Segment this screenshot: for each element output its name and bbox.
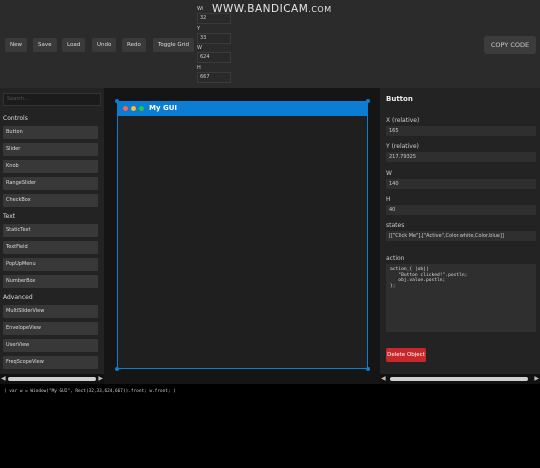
width-label: W [386, 170, 392, 177]
palette-item-multisliderview[interactable]: MultiSliderView [3, 305, 98, 318]
inspector-horizontal-scrollbar[interactable]: ◀ ▶ [380, 374, 540, 384]
toggle-grid-button[interactable]: Toggle Grid [153, 38, 194, 52]
height-field[interactable]: 40 [386, 205, 536, 215]
window-w-label: W [197, 45, 202, 51]
gui-window-titlebar[interactable]: My GUI [118, 102, 367, 116]
component-palette: Search... Controls Button Slider Knob Ra… [0, 88, 104, 374]
inspector-scroll-right-arrow-icon[interactable]: ▶ [534, 375, 539, 382]
recorder-watermark: WWW.BANDICAM.COM [212, 3, 332, 15]
palette-item-numberbox[interactable]: NumberBox [3, 275, 98, 288]
section-advanced: Advanced [3, 294, 33, 301]
watermark-suffix: .COM [308, 5, 332, 14]
resize-handle-top-right[interactable] [366, 99, 370, 103]
palette-scroll-thumb[interactable] [8, 377, 96, 381]
palette-horizontal-scrollbar[interactable]: ◀ ▶ [0, 374, 104, 384]
states-field[interactable]: [["Click Me"],["Active",Color.white,Colo… [386, 231, 536, 241]
height-label: H [386, 196, 391, 203]
save-button[interactable]: Save [33, 38, 57, 52]
copy-code-button[interactable]: COPY CODE [484, 36, 536, 54]
redo-button[interactable]: Redo [122, 38, 146, 52]
inspector-scroll-thumb[interactable] [390, 377, 528, 381]
scroll-left-arrow-icon[interactable]: ◀ [1, 375, 6, 382]
new-button[interactable]: New [5, 38, 27, 52]
gui-window-title: My GUI [149, 104, 177, 112]
palette-item-button[interactable]: Button [3, 126, 98, 139]
window-w-field[interactable]: 624 [197, 52, 231, 63]
palette-search-input[interactable]: Search... [3, 93, 101, 106]
close-dot-icon [123, 106, 128, 111]
minimize-dot-icon [131, 106, 136, 111]
undo-button[interactable]: Undo [92, 38, 117, 52]
width-field[interactable]: 140 [386, 179, 536, 189]
generated-code-output: ( var w = Window("My GUI", Rect(32,33,62… [4, 389, 176, 394]
x-relative-field[interactable]: 165 [386, 126, 536, 136]
section-text: Text [3, 213, 16, 220]
palette-item-envelopeview[interactable]: EnvelopeView [3, 322, 98, 335]
window-y-label: Y [197, 25, 201, 32]
palette-item-rangeslider[interactable]: RangeSlider [3, 177, 98, 190]
palette-item-freqscopeview[interactable]: FreqScopeView [3, 356, 98, 369]
window-y-field[interactable]: 33 [197, 32, 231, 44]
x-relative-label: X (relative) [386, 117, 420, 124]
window-fields: Wi 32 Y 33 W 624 H 667 [197, 5, 231, 83]
action-code-editor[interactable]: action_{ |obj| "Button clicked!".postln;… [386, 264, 536, 332]
window-h-label: H [197, 64, 201, 71]
action-label: action [386, 255, 405, 262]
maximize-dot-icon [139, 106, 144, 111]
section-controls: Controls [3, 115, 28, 122]
gui-window-preview[interactable]: My GUI [117, 101, 368, 369]
load-button[interactable]: Load [62, 38, 86, 52]
palette-item-userview[interactable]: UserView [3, 339, 98, 352]
watermark-main: WWW.BANDICAM [212, 3, 309, 15]
palette-item-textfield[interactable]: TextField [3, 241, 98, 254]
resize-handle-bottom-right[interactable] [366, 367, 370, 371]
inspector-heading: Button [386, 95, 413, 103]
resize-handle-bottom-left[interactable] [115, 367, 119, 371]
y-relative-label: Y (relative) [386, 143, 419, 150]
inspector-scroll-left-arrow-icon[interactable]: ◀ [381, 375, 386, 382]
palette-item-checkbox[interactable]: CheckBox [3, 194, 98, 207]
y-relative-field[interactable]: 217.79325 [386, 152, 536, 162]
palette-item-statictext[interactable]: StaticText [3, 224, 98, 237]
window-h-field[interactable]: 667 [197, 71, 231, 83]
property-inspector: Button X (relative) 165 Y (relative) 217… [380, 88, 540, 374]
scroll-right-arrow-icon[interactable]: ▶ [98, 375, 103, 382]
delete-object-button[interactable]: Delete Object [386, 348, 426, 362]
top-toolbar: New Save Load Undo Redo Toggle Grid Wi 3… [0, 0, 540, 88]
palette-item-slider[interactable]: Slider [3, 143, 98, 156]
resize-handle-top-left[interactable] [115, 99, 119, 103]
states-label: states [386, 222, 405, 229]
palette-item-knob[interactable]: Knob [3, 160, 98, 173]
design-canvas[interactable]: My GUI [104, 88, 380, 384]
palette-item-popupmenu[interactable]: PopUpMenu [3, 258, 98, 271]
